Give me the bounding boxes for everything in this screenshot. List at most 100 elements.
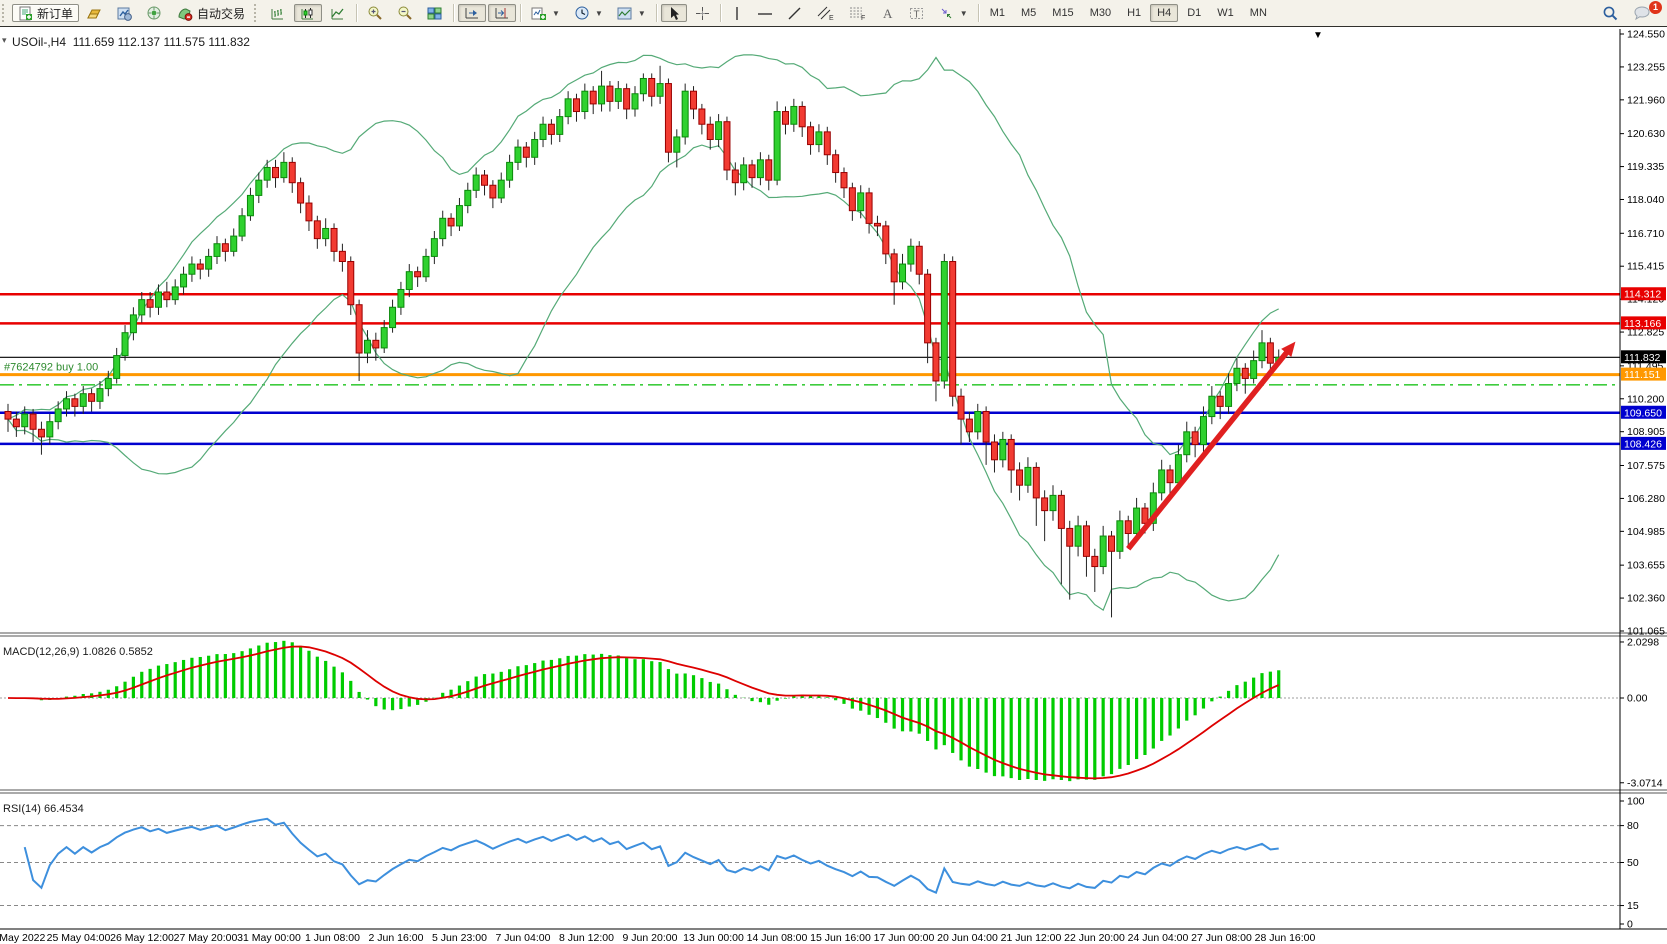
auto-scroll-button[interactable] bbox=[458, 4, 486, 22]
arrows-tool-button[interactable]: ▼ bbox=[933, 4, 974, 22]
candle-body bbox=[1083, 526, 1089, 557]
time-tick: 25 May 04:00 bbox=[47, 932, 111, 944]
mt4-terminal: 新订单 自动交易 bbox=[0, 0, 1667, 944]
chart-window[interactable]: #7624792 buy 1.00124.550123.255121.96012… bbox=[0, 26, 1667, 944]
candle-body bbox=[72, 399, 78, 407]
zoom-out-button[interactable] bbox=[391, 4, 419, 22]
zoom-in-icon bbox=[367, 5, 383, 21]
candle-body bbox=[498, 180, 504, 198]
timeframe-h1-button[interactable]: H1 bbox=[1120, 4, 1148, 22]
candle-body bbox=[933, 343, 939, 381]
zoom-in-button[interactable] bbox=[361, 4, 389, 22]
one-click-collapse-arrow[interactable]: ▾ bbox=[2, 35, 7, 46]
template-button[interactable]: ▼ bbox=[611, 4, 652, 22]
candle-body bbox=[808, 127, 814, 145]
line-chart-icon bbox=[330, 6, 346, 21]
candle-body bbox=[1017, 470, 1023, 485]
vertical-line-tool-button[interactable] bbox=[725, 4, 749, 22]
candle-body bbox=[1125, 521, 1131, 534]
text-tool-button[interactable]: A bbox=[875, 4, 901, 22]
scroll-to-end-arrow[interactable]: ▼ bbox=[1313, 30, 1323, 41]
toolbar: 新订单 自动交易 bbox=[0, 0, 1667, 27]
candle-body bbox=[373, 340, 379, 348]
candle-body bbox=[97, 389, 103, 402]
autotrading-button[interactable]: 自动交易 bbox=[171, 4, 251, 22]
candle-body bbox=[122, 333, 128, 356]
fibonacci-icon: F bbox=[849, 5, 867, 21]
timeframe-m15-button[interactable]: M15 bbox=[1045, 4, 1080, 22]
price-tick: 120.630 bbox=[1627, 128, 1665, 140]
candlestick-chart-button[interactable] bbox=[294, 4, 322, 22]
candle-body bbox=[273, 167, 279, 177]
svg-text:113.166: 113.166 bbox=[1624, 318, 1661, 330]
candle-body bbox=[757, 160, 763, 178]
macd-tick: -3.0714 bbox=[1627, 777, 1663, 789]
rsi-tick: 80 bbox=[1627, 820, 1639, 832]
timeframe-h4-button[interactable]: H4 bbox=[1150, 4, 1178, 22]
price-tick: 103.655 bbox=[1627, 560, 1665, 572]
tile-windows-button[interactable] bbox=[421, 4, 449, 22]
line-chart-button[interactable] bbox=[324, 4, 352, 22]
candle-body bbox=[1025, 467, 1031, 485]
navigator-button[interactable] bbox=[141, 4, 169, 22]
chart-shift-button[interactable] bbox=[488, 4, 516, 22]
rsi-pane[interactable] bbox=[0, 819, 1620, 906]
fibonacci-tool-button[interactable]: F bbox=[843, 4, 873, 22]
period-button[interactable]: ▼ bbox=[568, 4, 609, 22]
timeframe-m30-button[interactable]: M30 bbox=[1083, 4, 1118, 22]
candle-body bbox=[482, 175, 488, 185]
bar-chart-button[interactable] bbox=[264, 4, 292, 22]
arrows-icon bbox=[939, 6, 955, 21]
toolbar-grip[interactable] bbox=[254, 4, 261, 22]
horizontal-line-tool-button[interactable] bbox=[751, 4, 779, 22]
search-button[interactable] bbox=[1596, 4, 1625, 22]
equidistant-channel-tool-button[interactable]: E bbox=[811, 4, 841, 22]
candle-body bbox=[289, 162, 295, 182]
timeframe-m5-button[interactable]: M5 bbox=[1014, 4, 1043, 22]
candle-body bbox=[1200, 417, 1206, 445]
timeframe-w1-button[interactable]: W1 bbox=[1210, 4, 1241, 22]
chart-canvas[interactable]: #7624792 buy 1.00124.550123.255121.96012… bbox=[0, 27, 1667, 944]
candle-body bbox=[691, 91, 697, 109]
crosshair-tool-button[interactable] bbox=[689, 4, 716, 22]
notification-badge: 1 bbox=[1649, 1, 1662, 14]
timeframe-d1-button[interactable]: D1 bbox=[1180, 4, 1208, 22]
candle-body bbox=[816, 132, 822, 145]
candle-body bbox=[1167, 470, 1173, 483]
candle-body bbox=[1159, 470, 1165, 493]
candle-body bbox=[406, 272, 412, 290]
new-order-button[interactable]: 新订单 bbox=[12, 4, 79, 22]
candle-body bbox=[640, 78, 646, 93]
price-tick: 107.575 bbox=[1627, 460, 1665, 472]
timeframe-m1-button[interactable]: M1 bbox=[983, 4, 1012, 22]
price-tick: 119.335 bbox=[1627, 161, 1664, 173]
time-tick: 14 Jun 08:00 bbox=[747, 932, 808, 944]
macd-pane[interactable] bbox=[0, 641, 1620, 781]
profiles-button[interactable] bbox=[81, 4, 109, 22]
candle-body bbox=[1058, 495, 1064, 528]
price-tick: 116.710 bbox=[1627, 228, 1664, 240]
horizontal-line-icon bbox=[757, 6, 773, 21]
timeframe-mn-button[interactable]: MN bbox=[1243, 4, 1274, 22]
market-watch-button[interactable] bbox=[111, 4, 139, 22]
trendline-tool-button[interactable] bbox=[781, 4, 809, 22]
candle-body bbox=[1267, 343, 1273, 363]
notifications-button[interactable]: 1 bbox=[1627, 4, 1657, 22]
time-tick: 15 Jun 16:00 bbox=[810, 932, 871, 944]
trend-arrow-line[interactable] bbox=[1128, 349, 1289, 548]
candle-body bbox=[983, 411, 989, 442]
cursor-tool-button[interactable] bbox=[661, 4, 687, 22]
chart-shift-icon bbox=[494, 6, 510, 21]
svg-text:109.650: 109.650 bbox=[1624, 407, 1662, 419]
candle-body bbox=[130, 315, 136, 333]
candle-body bbox=[1042, 498, 1048, 511]
candle-body bbox=[916, 246, 922, 274]
candle-body bbox=[573, 99, 579, 112]
main-price-pane[interactable]: #7624792 buy 1.00 bbox=[0, 55, 1620, 618]
toolbar-grip[interactable] bbox=[2, 4, 9, 22]
add-indicator-button[interactable]: ▼ bbox=[525, 4, 566, 22]
autotrading-label: 自动交易 bbox=[197, 5, 245, 22]
navigator-icon bbox=[147, 6, 163, 21]
text-label-tool-button[interactable]: T bbox=[903, 4, 931, 22]
open-position-label: #7624792 buy 1.00 bbox=[4, 362, 98, 374]
